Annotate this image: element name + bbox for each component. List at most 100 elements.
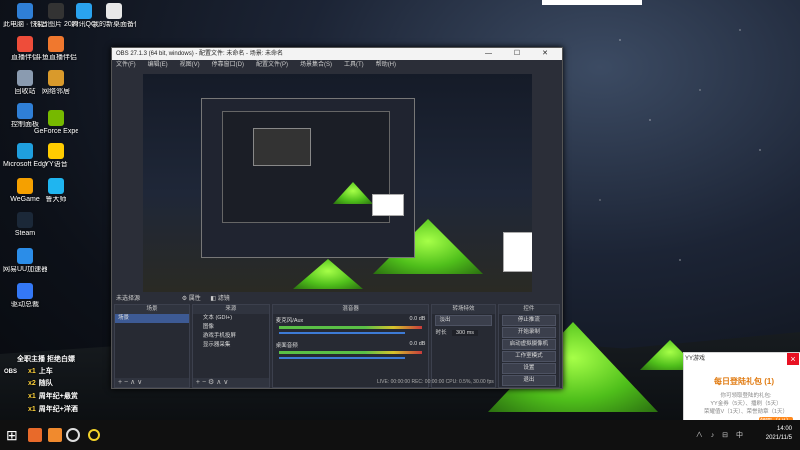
menu-item[interactable]: 视图(V) <box>180 62 200 68</box>
desktop-app-icon <box>17 178 33 194</box>
desktop-icon[interactable]: 鲁大师 <box>34 178 78 204</box>
desktop-icon-label: 鲁大师 <box>45 196 67 203</box>
desktop-app-icon <box>48 70 64 86</box>
menu-item[interactable]: 配置文件(P) <box>256 62 288 68</box>
desktop-app-icon <box>17 143 33 159</box>
obs-title: OBS 27.1.3 (64 bit, windows) - 配置文件: 未命名… <box>116 51 284 57</box>
tray-icons[interactable]: ∧ ♪ ⊟ 中 <box>696 430 746 440</box>
obs-status-bar: 未选择源 ⚙ 属性 ◧ 滤镜 <box>112 294 562 304</box>
overlay-row: x2 随队 <box>28 378 53 388</box>
control-button[interactable]: 停止推流 <box>501 315 556 326</box>
nested-notification <box>372 194 404 216</box>
transitions-dock-title: 转场特效 <box>432 305 495 314</box>
control-button[interactable]: 开始录制 <box>501 327 556 338</box>
obs-taskbar-icon[interactable] <box>66 428 80 442</box>
transition-duration-row: 时长 300 ms <box>432 327 494 337</box>
duration-input[interactable]: 300 ms <box>451 330 479 336</box>
app-icon-task[interactable] <box>28 428 42 442</box>
menu-item[interactable]: 编辑(E) <box>148 62 168 68</box>
nested-obs-preview-3 <box>253 128 311 166</box>
overlay-row-label: 周年纪+洋酒 <box>38 406 78 413</box>
overlay-row-label: 周年纪+悬赏 <box>38 393 78 400</box>
scene-item[interactable]: 场景 <box>115 314 189 323</box>
desktop-app-icon <box>17 70 33 86</box>
mixer-channel: 桌面音频 0.0 dB <box>273 339 429 364</box>
no-source-label: 未选择源 <box>116 296 141 302</box>
menu-item[interactable]: 停靠窗口(D) <box>212 62 244 68</box>
desktop-icon-label: 我的新桌面备份 <box>92 21 136 28</box>
menu-item[interactable]: 帮助(H) <box>376 62 396 68</box>
filters-button[interactable]: ◧ 滤镜 <box>210 296 229 302</box>
menu-item[interactable]: 文件(F) <box>116 62 136 68</box>
desktop-icon[interactable]: 我的新桌面备份 <box>92 3 136 29</box>
sources-dock-toolbar[interactable]: + − ⚙ ∧ ∨ <box>192 378 269 387</box>
desktop-app-icon <box>48 110 64 126</box>
start-icon[interactable]: ⊞ <box>6 426 24 444</box>
top-window-edge <box>542 0 642 5</box>
taskbar: ⊞ ∧ ♪ ⊟ 中 14:00 2021/11/5 <box>0 420 800 450</box>
overlay-row-count: x1 <box>28 406 36 413</box>
clock-time: 14:00 <box>776 426 792 432</box>
nested-obs-preview <box>201 98 415 258</box>
desktop-app-icon <box>17 283 33 299</box>
preview-tent-2 <box>293 259 363 289</box>
volume-meter <box>278 326 423 329</box>
source-item[interactable]: 图像 <box>193 323 269 332</box>
notification-close-button[interactable]: × <box>787 353 799 365</box>
controls-dock-title: 控件 <box>498 305 559 314</box>
overlay-row-count: x1 <box>28 368 36 375</box>
scenes-dock-toolbar[interactable]: + − ∧ ∨ <box>115 378 189 387</box>
overlay-row-count: x2 <box>28 380 36 387</box>
source-item[interactable]: 游戏手机投屏 <box>193 332 269 341</box>
volume-slider[interactable] <box>278 357 406 359</box>
obs-docks: 场景 场景 + − ∧ ∨ 来源 文本 (GDI+) 图像 游戏手机投屏 显示器采集 … <box>112 304 562 388</box>
desktop-icon[interactable]: 网络邻居 <box>34 70 78 96</box>
control-button[interactable]: 启动虚拟摄像机 <box>501 339 556 350</box>
app-icon-douyu[interactable] <box>48 428 62 442</box>
desktop-icon-label: 网易UU加速器 <box>3 266 47 273</box>
obs-window[interactable]: OBS 27.1.3 (64 bit, windows) - 配置文件: 未命名… <box>111 47 563 389</box>
overlay-row-label: 上车 <box>38 368 53 375</box>
desktop-icon-label: YY语音 <box>44 161 68 168</box>
clock[interactable]: 14:00 2021/11/5 <box>766 425 792 443</box>
notification-body: 你可领取登陆的礼包: YY金券（5天）、播刷（5天） 荣耀值V（1天）、荣誉勋章… <box>703 393 789 415</box>
desktop-app-icon <box>48 36 64 52</box>
control-button[interactable]: 设置 <box>501 363 556 374</box>
volume-slider[interactable] <box>278 332 406 334</box>
desktop-icon[interactable]: 网易UU加速器 <box>3 248 47 274</box>
source-item[interactable]: 文本 (GDI+) <box>193 314 269 323</box>
properties-button[interactable]: ⚙ 属性 <box>182 296 201 302</box>
desktop-icon-label: 斗鱼直播伴侣 <box>35 54 77 61</box>
desktop-app-icon <box>17 212 33 228</box>
window-controls[interactable]: — ☐ ✕ <box>485 48 558 60</box>
desktop-icon[interactable]: GeForce Experience <box>34 110 78 136</box>
desktop-icon[interactable]: 斗鱼直播伴侣 <box>34 36 78 62</box>
menu-item[interactable]: 场景集合(S) <box>300 62 332 68</box>
desktop-icon[interactable]: 驱动总裁 <box>3 283 47 309</box>
desktop-app-icon <box>76 3 92 19</box>
nested-tent <box>333 182 373 204</box>
desktop-icon-label: 驱动总裁 <box>11 301 39 308</box>
transition-select[interactable]: 淡出 <box>435 315 492 326</box>
overlay-corner-label: OBS <box>4 369 18 375</box>
yy-taskbar-icon[interactable] <box>88 429 100 441</box>
duration-label: 时长 <box>435 330 447 336</box>
desktop-app-icon <box>17 103 33 119</box>
obs-preview[interactable] <box>143 74 532 292</box>
desktop-app-icon <box>17 248 33 264</box>
source-item[interactable]: 显示器采集 <box>193 341 269 350</box>
menu-item[interactable]: 工具(T) <box>344 62 364 68</box>
control-buttons: 停止推流 开始录制 启动虚拟摄像机 工作室模式 设置 退出 <box>499 315 559 386</box>
mixer-dock-title: 混音器 <box>272 305 429 314</box>
mixer-channel-name: 桌面音频 <box>275 343 298 349</box>
obs-menubar[interactable]: 文件(F) 编辑(E) 视图(V) 停靠窗口(D) 配置文件(P) 场景集合(S) 工具(T… <box>112 60 562 70</box>
obs-titlebar[interactable]: OBS 27.1.3 (64 bit, windows) - 配置文件: 未命名… <box>112 48 562 60</box>
desktop-app-icon <box>17 36 33 52</box>
desktop-icon-label: Steam <box>14 230 36 237</box>
desktop-icon[interactable]: YY语音 <box>34 143 78 169</box>
desktop-icon[interactable]: Steam <box>3 212 47 238</box>
control-button[interactable]: 工作室模式 <box>501 351 556 362</box>
overlay-row-count: x1 <box>28 393 36 400</box>
clock-date: 2021/11/5 <box>765 435 792 441</box>
mixer-channels: 麦克风/Aux 0.0 dB 桌面音频 0.0 dB <box>273 314 429 364</box>
